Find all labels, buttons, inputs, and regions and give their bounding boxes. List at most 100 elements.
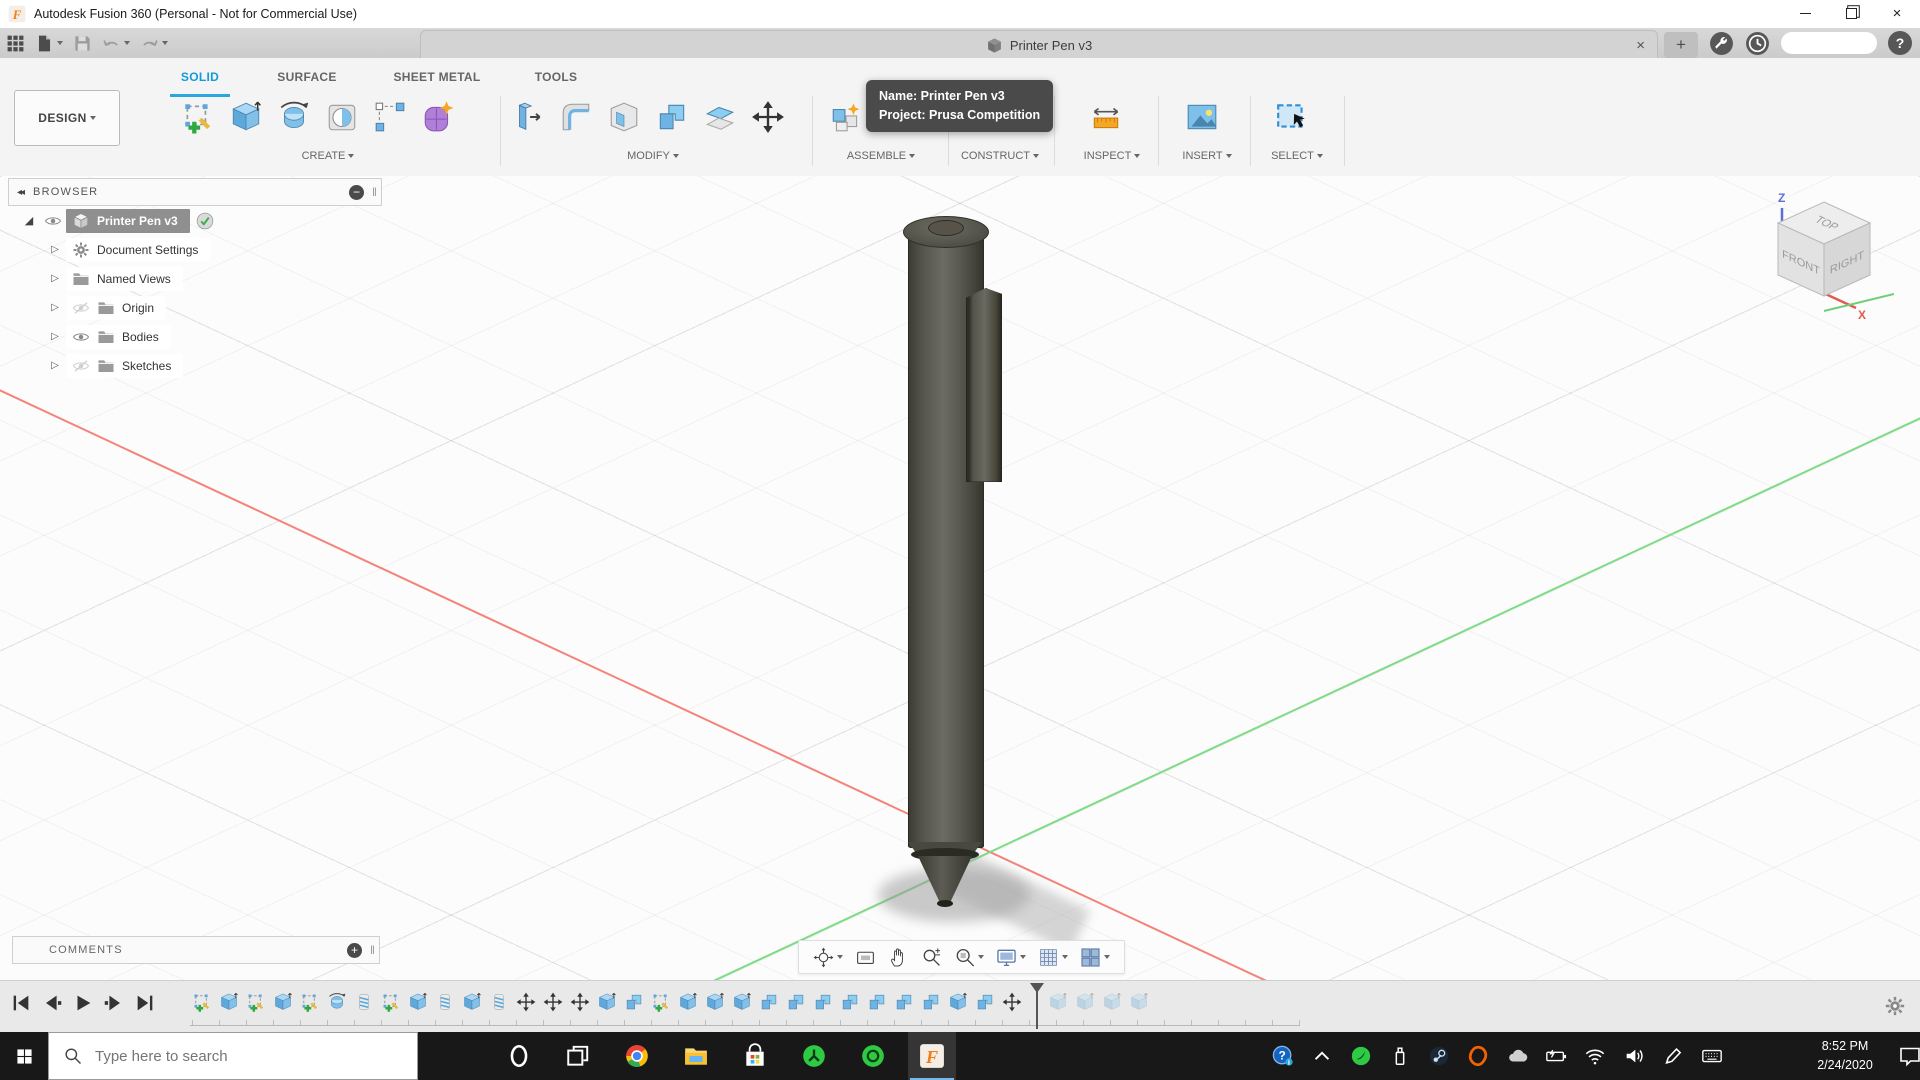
move-copy-tool[interactable] [748, 95, 788, 139]
save-button[interactable] [73, 34, 92, 53]
pan-button[interactable] [884, 945, 913, 970]
fillet-tool[interactable] [556, 95, 596, 139]
search-input[interactable] [93, 1046, 397, 1066]
expand-arrow-icon[interactable]: ▷ [44, 244, 66, 255]
tray-volume-icon[interactable] [1623, 1045, 1645, 1067]
timeline-feature-extrude[interactable] [1129, 992, 1149, 1012]
browser-item-sketches[interactable]: ▷ Sketches [8, 353, 380, 378]
visibility-hidden-icon[interactable] [72, 299, 90, 317]
chevron-down-icon[interactable] [1020, 955, 1026, 959]
new-component-tool[interactable] [826, 95, 866, 139]
expand-arrow-icon[interactable]: ▷ [44, 273, 66, 284]
browser-item-chip[interactable]: Named Views [66, 266, 183, 291]
taskbar-app-app-green-2[interactable] [849, 1032, 897, 1080]
taskbar-clock[interactable]: 8:52 PM 2/24/2020 [1795, 1037, 1895, 1075]
timeline-feature-extrude[interactable] [597, 992, 617, 1012]
document-tab[interactable]: Printer Pen v3 × [420, 30, 1658, 59]
model-viewport[interactable]: ◂◂ BROWSER − ‖ ◢ Printer Pen v3 ▷ Documen… [0, 176, 1920, 980]
display-settings-button[interactable] [992, 945, 1030, 970]
panel-grip-handle[interactable]: ‖ [372, 185, 377, 199]
action-center-icon[interactable] [1898, 1044, 1920, 1068]
view-cube[interactable]: TOP FRONT RIGHT Z X [1754, 186, 1895, 322]
minimize-panel-icon[interactable]: − [349, 184, 365, 200]
create-form-tool[interactable] [418, 95, 458, 139]
timeline-feature-extrude[interactable] [462, 992, 482, 1012]
tray-usb-device-icon[interactable] [1389, 1045, 1411, 1067]
workspace-selector[interactable]: DESIGN [14, 90, 120, 146]
timeline-feature-extrude[interactable] [408, 992, 428, 1012]
browser-item-chip[interactable]: Bodies [66, 324, 171, 349]
browser-item-origin[interactable]: ▷ Origin [8, 295, 380, 320]
go-to-end-button[interactable] [134, 992, 156, 1014]
zoom-button[interactable] [917, 945, 946, 970]
extrude-tool[interactable] [226, 95, 266, 139]
app-launcher-button[interactable] [6, 34, 25, 53]
create-sketch-tool[interactable] [178, 95, 218, 139]
offset-face-tool[interactable] [700, 95, 740, 139]
chevron-down-icon[interactable] [837, 955, 843, 959]
timeline-feature-combine[interactable] [921, 992, 941, 1012]
timeline-feature-revolve[interactable] [327, 992, 347, 1012]
chevron-down-icon[interactable] [162, 41, 168, 45]
browser-root-chip[interactable]: Printer Pen v3 [66, 208, 190, 233]
chevron-down-icon[interactable] [124, 41, 130, 45]
close-button[interactable]: × [1874, 0, 1920, 27]
notifications-icon[interactable] [1745, 31, 1770, 56]
visibility-hidden-icon[interactable] [72, 357, 90, 375]
insert-canvas-tool[interactable] [1182, 95, 1222, 139]
orbit-button[interactable] [809, 945, 847, 970]
file-menu-button[interactable] [35, 34, 63, 53]
expand-wedge-icon[interactable]: ◢ [18, 214, 40, 227]
taskbar-app-app-green-1[interactable] [790, 1032, 838, 1080]
tray-origin-icon[interactable] [1467, 1045, 1489, 1067]
collapse-panel-icon[interactable]: ◂◂ [17, 187, 25, 198]
new-tab-button[interactable]: + [1664, 32, 1698, 58]
panel-grip-handle[interactable]: ‖ [370, 943, 375, 957]
browser-item-chip[interactable]: Sketches [66, 353, 184, 378]
revolve-tool[interactable] [274, 95, 314, 139]
comments-panel-header[interactable]: COMMENTS + ‖ [12, 936, 380, 964]
timeline-feature-combine[interactable] [894, 992, 914, 1012]
chevron-down-icon[interactable] [1062, 955, 1068, 959]
chevron-down-icon[interactable] [57, 41, 63, 45]
grid-and-snaps-button[interactable] [1034, 945, 1072, 970]
timeline-settings-gear-icon[interactable] [1884, 995, 1906, 1017]
redo-button[interactable] [140, 34, 168, 53]
tray-help-icon[interactable]: ? i [1272, 1045, 1294, 1067]
eye-icon[interactable] [44, 212, 62, 230]
visibility-visible-icon[interactable] [72, 328, 90, 346]
expand-comments-icon[interactable]: + [347, 942, 363, 958]
timeline-feature-sketch[interactable] [381, 992, 401, 1012]
timeline-feature-extrude[interactable] [219, 992, 239, 1012]
undo-button[interactable] [102, 34, 130, 53]
measure-tool[interactable] [1086, 95, 1126, 139]
taskbar-app-chrome[interactable] [613, 1032, 661, 1080]
group-label-inspect[interactable]: INSPECT [1072, 150, 1152, 162]
timeline-playhead[interactable] [1030, 983, 1044, 1029]
tray-wifi-icon[interactable] [1584, 1045, 1606, 1067]
start-button[interactable] [0, 1032, 48, 1080]
timeline-feature-extrude[interactable] [732, 992, 752, 1012]
active-check-badge-icon[interactable] [196, 212, 214, 230]
step-forward-button[interactable] [103, 992, 125, 1014]
timeline-feature-extrude[interactable] [1102, 992, 1122, 1012]
group-label-select[interactable]: SELECT [1258, 150, 1336, 162]
browser-item-named-views[interactable]: ▷ Named Views [8, 266, 380, 291]
fit-button[interactable] [950, 945, 988, 970]
taskbar-search[interactable] [48, 1032, 418, 1080]
group-label-assemble[interactable]: ASSEMBLE [826, 150, 936, 162]
timeline-feature-coil[interactable] [435, 992, 455, 1012]
hole-tool[interactable] [322, 95, 362, 139]
chevron-down-icon[interactable] [1104, 955, 1110, 959]
group-label-insert[interactable]: INSERT [1169, 150, 1245, 162]
tray-steam-icon[interactable] [1428, 1045, 1450, 1067]
tray-onedrive-icon[interactable] [1506, 1045, 1528, 1067]
timeline-feature-combine[interactable] [759, 992, 779, 1012]
taskbar-app-fusion-360[interactable]: F [908, 1032, 956, 1080]
timeline-feature-sketch[interactable] [651, 992, 671, 1012]
timeline-feature-extrude[interactable] [273, 992, 293, 1012]
timeline-track[interactable] [190, 1025, 1300, 1026]
timeline-feature-combine[interactable] [975, 992, 995, 1012]
document-tab-close-icon[interactable]: × [1636, 37, 1645, 54]
shell-tool[interactable] [604, 95, 644, 139]
